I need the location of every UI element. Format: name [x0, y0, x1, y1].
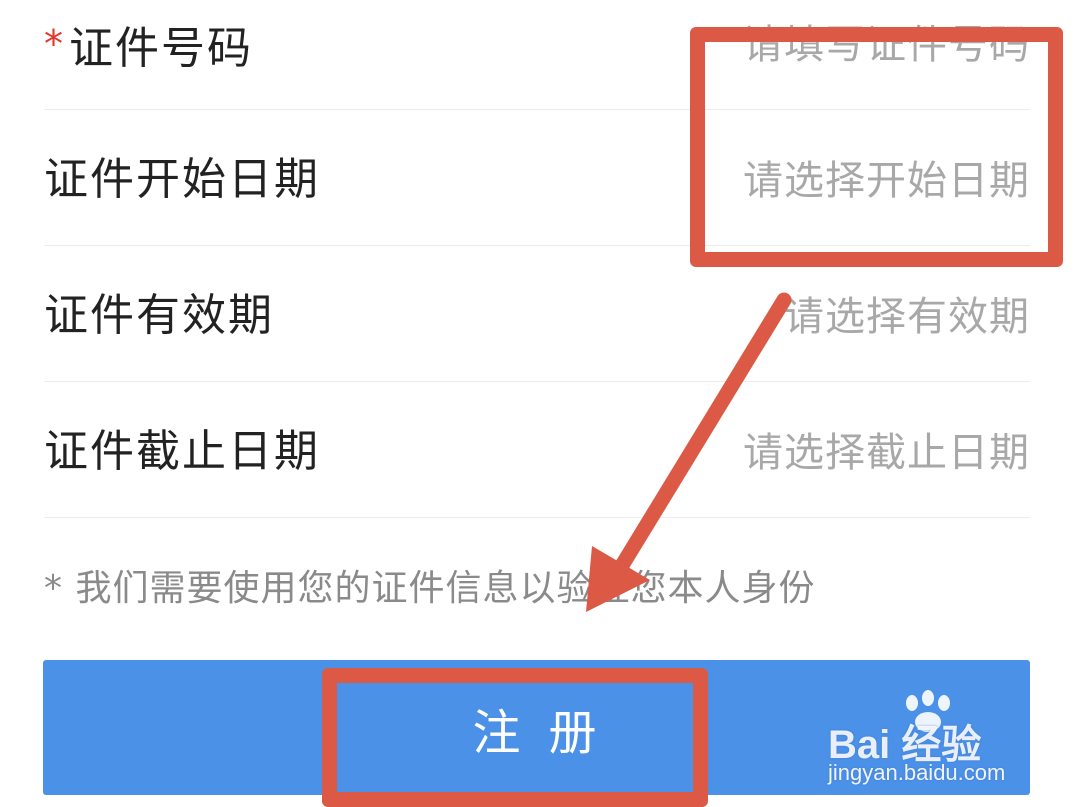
form-row-id-number: *证件号码 请填写证件号码: [44, 0, 1030, 110]
identity-notice: * 我们需要使用您的证件信息以验证您本人身份: [44, 568, 816, 609]
end-date-label: 证件截止日期: [44, 426, 320, 477]
form-row-start-date: 证件开始日期 请选择开始日期: [44, 110, 1030, 246]
validity-label: 证件有效期: [44, 290, 274, 341]
end-date-picker[interactable]: 请选择截止日期: [743, 428, 1030, 478]
start-date-picker[interactable]: 请选择开始日期: [743, 156, 1030, 206]
form-row-end-date: 证件截止日期 请选择截止日期: [44, 382, 1030, 518]
start-date-label: 证件开始日期: [44, 154, 320, 205]
required-mark: *: [44, 22, 65, 66]
id-number-input[interactable]: 请填写证件号码: [743, 20, 1030, 70]
registration-screen: *证件号码 请填写证件号码 证件开始日期 请选择开始日期 证件有效期 请选择有效…: [0, 0, 1077, 807]
id-number-label-text: 证件号码: [69, 23, 253, 74]
validity-picker[interactable]: 请选择有效期: [784, 292, 1030, 342]
id-number-label: *证件号码: [44, 18, 253, 75]
register-button[interactable]: 注册: [43, 660, 1030, 795]
form-row-validity: 证件有效期 请选择有效期: [44, 246, 1030, 382]
